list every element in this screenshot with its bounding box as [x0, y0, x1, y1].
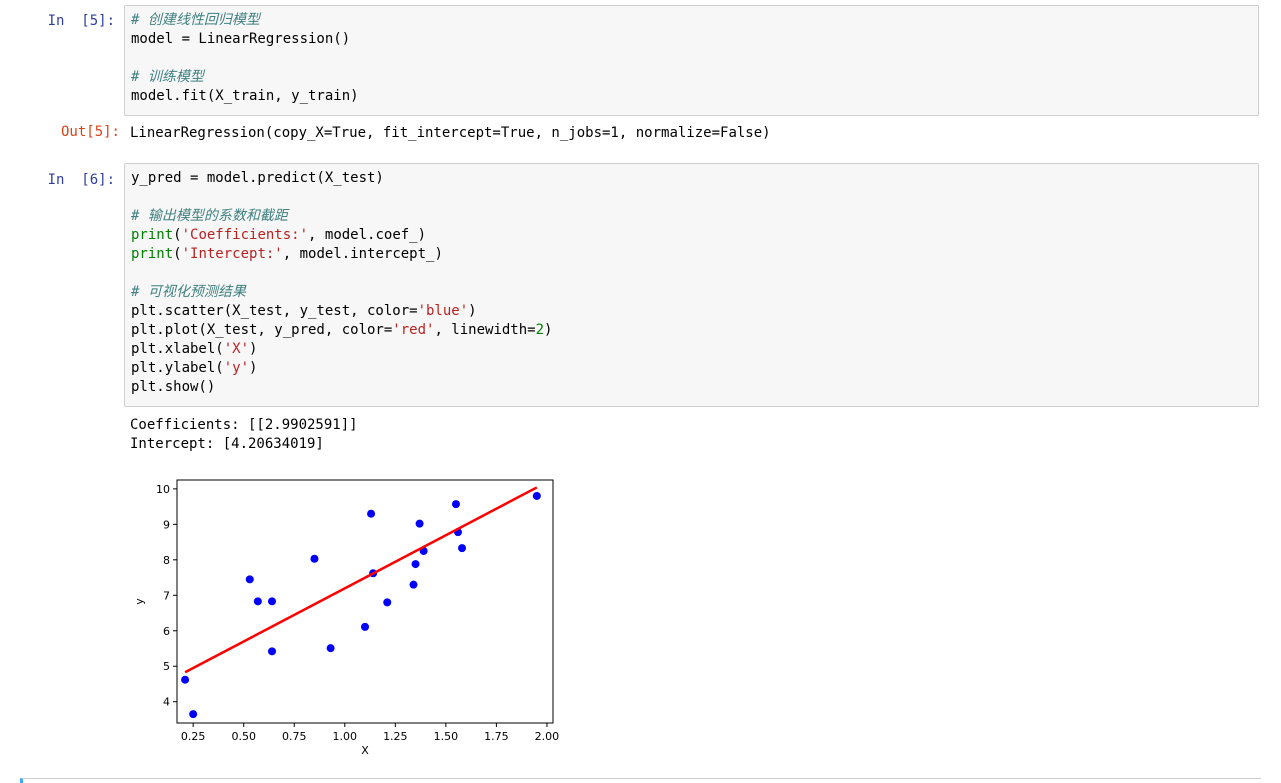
- plot-area-frame: [176, 479, 554, 724]
- string-token: 'y': [223, 360, 250, 376]
- x-tick-label: 2.00: [535, 730, 560, 743]
- scatter-point: [458, 544, 467, 553]
- string-token: 'Intercept:': [181, 246, 283, 262]
- x-tick-label: 0.50: [231, 730, 256, 743]
- string-token: 'Coefficients:': [181, 227, 309, 243]
- code-line: # 训练模型: [131, 69, 204, 85]
- code-line: plt.show(): [131, 379, 216, 395]
- x-tick-label: 1.25: [383, 730, 408, 743]
- code-line: # 可视化预测结果: [131, 284, 246, 300]
- scatter-point: [415, 519, 424, 528]
- code-token: , model.intercept_): [282, 246, 443, 262]
- code-line: print('Coefficients:', model.coef_): [131, 227, 427, 243]
- scatter-point: [409, 580, 418, 589]
- code-token: , linewidth=: [434, 322, 536, 338]
- builtin-token: print: [131, 246, 174, 262]
- scatter-point: [411, 560, 420, 569]
- y-tick-label: 6: [163, 625, 170, 638]
- y-axis-label: y: [133, 598, 146, 605]
- cell6-code-editor[interactable]: y_pred = model.predict(X_test) # 输出模型的系数…: [124, 163, 1259, 407]
- y-tick-label: 4: [163, 696, 170, 709]
- scatter-point: [268, 647, 277, 656]
- scatter-point: [367, 509, 376, 518]
- x-tick-label: 1.75: [484, 730, 509, 743]
- scatter-point: [451, 500, 460, 509]
- x-tick-label: 1.00: [333, 730, 358, 743]
- intercept-output: Intercept: [4.20634019]: [130, 436, 324, 452]
- y-tick-label: 8: [163, 554, 170, 567]
- cell5-in-prompt: In [5]:: [47, 13, 115, 29]
- x-axis-label: X: [361, 744, 369, 757]
- y-tick-label: 7: [163, 589, 170, 602]
- scatter-point: [253, 597, 262, 606]
- y-tick-label: 10: [156, 483, 170, 496]
- code-line: plt.xlabel('X'): [131, 341, 258, 357]
- scatter-point: [532, 491, 541, 500]
- scatter-point: [245, 575, 254, 584]
- scatter-point: [189, 710, 198, 719]
- x-tick-label: 0.75: [282, 730, 307, 743]
- next-cell-edge[interactable]: [20, 778, 1261, 783]
- code-token: plt.plot(X_test, y_pred, color=: [131, 322, 393, 338]
- string-token: 'red': [392, 322, 435, 338]
- scatter-point: [268, 597, 277, 606]
- scatter-point: [361, 622, 369, 631]
- cell5-out-prompt: Out[5]:: [60, 124, 120, 140]
- x-tick-label: 0.25: [181, 730, 206, 743]
- number-token: 2: [535, 322, 545, 338]
- code-token: plt.scatter(X_test, y_test, color=: [131, 303, 418, 319]
- string-token: 'X': [223, 341, 250, 357]
- code-line: model = LinearRegression(): [131, 31, 351, 47]
- code-line: # 输出模型的系数和截距: [131, 208, 288, 224]
- scatter-point: [326, 644, 335, 653]
- x-tick-label: 1.50: [434, 730, 459, 743]
- code-line: y_pred = model.predict(X_test): [131, 170, 384, 186]
- y-tick-label: 9: [163, 518, 170, 531]
- code-line: print('Intercept:', model.intercept_): [131, 246, 443, 262]
- code-line: plt.scatter(X_test, y_test, color='blue'…: [131, 303, 477, 319]
- code-token: , model.coef_): [308, 227, 427, 243]
- code-token: plt.ylabel(: [131, 360, 224, 376]
- code-line: model.fit(X_train, y_train): [131, 88, 359, 104]
- code-line: plt.plot(X_test, y_pred, color='red', li…: [131, 322, 553, 338]
- code-line: plt.ylabel('y'): [131, 360, 258, 376]
- scatter-point: [310, 554, 319, 563]
- string-token: 'blue': [417, 303, 469, 319]
- scatter-point: [181, 675, 190, 684]
- scatter-plot-figure: 0.25 0.50 0.75 1.00 1.25 1.50 1.75 2.00 4 5 6 7 8 9 10…: [133, 479, 560, 757]
- code-token: plt.xlabel(: [131, 341, 224, 357]
- cell6-in-prompt: In [6]:: [47, 172, 115, 188]
- cell5-output: LinearRegression(copy_X=True, fit_interc…: [130, 125, 771, 141]
- coef-output: Coefficients: [[2.9902591]]: [130, 417, 358, 433]
- code-line: # 创建线性回归模型: [131, 12, 260, 28]
- builtin-token: print: [131, 227, 174, 243]
- scatter-point: [383, 598, 392, 607]
- cell5-code-editor[interactable]: # 创建线性回归模型 model = LinearRegression() # …: [124, 5, 1259, 116]
- y-tick-label: 5: [163, 660, 170, 673]
